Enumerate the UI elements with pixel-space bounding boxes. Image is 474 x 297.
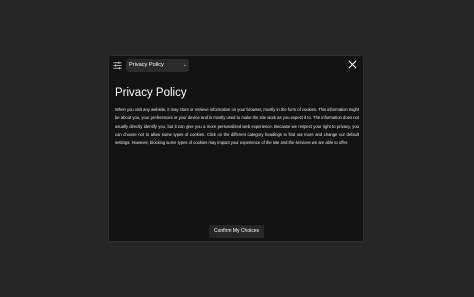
close-icon[interactable] bbox=[348, 60, 357, 69]
policy-section-dropdown[interactable]: Privacy Policy ⌄ bbox=[126, 59, 189, 72]
dropdown-selected-value: Privacy Policy bbox=[129, 62, 164, 68]
modal-header: Privacy Policy ⌄ bbox=[109, 56, 363, 76]
privacy-policy-description: When you visit any website, it may store… bbox=[115, 107, 359, 146]
chevron-down-icon: ⌄ bbox=[182, 62, 187, 68]
privacy-preference-modal: Privacy Policy ⌄ Privacy Policy When you… bbox=[108, 55, 364, 242]
sliders-icon[interactable] bbox=[113, 61, 122, 70]
page-title: Privacy Policy bbox=[115, 87, 187, 99]
confirm-choices-button[interactable]: Confirm My Choices bbox=[209, 225, 264, 238]
